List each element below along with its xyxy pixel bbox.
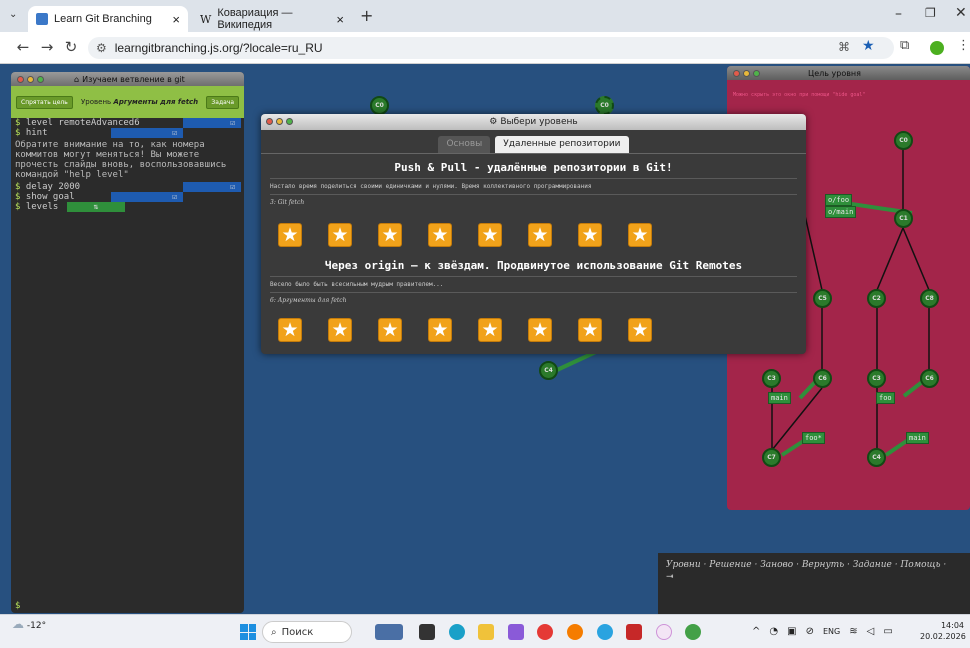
tab-remote[interactable]: Удаленные репозитории [495, 136, 629, 153]
level-star-button[interactable]: ★ [428, 223, 452, 247]
taskbar-search-input[interactable]: ⌕ Поиск [262, 621, 352, 643]
clock-date: 20.02.2026 [920, 632, 966, 641]
goal-commit-node: C6 [813, 369, 832, 388]
section-about: Весело было быть всесильным мудрым прави… [270, 281, 444, 288]
goal-commit-node: C5 [813, 289, 832, 308]
cloud-icon: ☁ [12, 617, 24, 631]
goal-commit-node: C1 [894, 209, 913, 228]
goal-commit-node: C2 [867, 289, 886, 308]
goal-branch-label: foo [876, 392, 895, 404]
cmd-help[interactable]: Помощь [900, 560, 940, 570]
level-star-button[interactable]: ★ [478, 223, 502, 247]
taskbar-explorer-icon[interactable] [478, 624, 494, 640]
tray-app-icon[interactable]: ◔ [769, 626, 778, 637]
clock[interactable]: 14:04 20.02.2026 [920, 620, 966, 642]
commands-panel: Уровни · Решение · Заново · Вернуть · За… [658, 553, 970, 614]
search-icon: ⌕ [271, 626, 277, 638]
level-star-button[interactable]: ★ [328, 318, 352, 342]
goal-branch-label: main [768, 392, 791, 404]
goal-commit-node: C3 [867, 369, 886, 388]
wifi-icon[interactable]: ≋ [849, 626, 857, 637]
cmd-undo[interactable]: Вернуть [802, 560, 844, 570]
taskbar-app-icon[interactable] [375, 624, 403, 640]
taskbar-edge-icon[interactable] [449, 624, 465, 640]
window-dots [266, 118, 293, 125]
clock-time: 14:04 [940, 621, 964, 630]
level-tabs: Основы Удаленные репозитории [261, 130, 806, 154]
language-indicator[interactable]: ENG [823, 627, 840, 636]
section-subtitle: 3: Git fetch [270, 199, 305, 206]
level-star-button[interactable]: ★ [478, 318, 502, 342]
taskbar-app-icon[interactable] [419, 624, 435, 640]
dialog-title: Выбери уровень [500, 117, 578, 127]
windows-start-icon[interactable] [240, 624, 256, 640]
level-star-button[interactable]: ★ [628, 223, 652, 247]
system-tray: ^ ◔ ▣ ⊘ ENG ≋ ◁ ▭ [752, 626, 893, 637]
cmd-levels[interactable]: Уровни [666, 560, 701, 570]
level-star-button[interactable]: ★ [378, 318, 402, 342]
taskbar-yandex-icon[interactable] [537, 624, 553, 640]
tray-app-icon[interactable]: ⊘ [806, 626, 814, 637]
level-star-button[interactable]: ★ [528, 223, 552, 247]
goal-branch-label: main [906, 432, 929, 444]
volume-icon[interactable]: ◁ [867, 626, 875, 637]
section-title: Push & Pull - удалённые репозитории в Gi… [394, 161, 673, 174]
level-star-button[interactable]: ★ [278, 318, 302, 342]
goal-branch-label: o/main [825, 206, 857, 218]
taskbar-telegram-icon[interactable] [597, 624, 613, 640]
goal-commit-node: C6 [920, 369, 939, 388]
goal-branch-label: o/foo [825, 194, 853, 206]
taskbar-app-icon[interactable] [626, 624, 642, 640]
level-stars-row: ★ ★ ★ ★ ★ ★ ★ ★ [278, 318, 652, 342]
tab-basics[interactable]: Основы [438, 136, 491, 153]
weather-widget[interactable]: ☁ -12° [12, 617, 46, 631]
section-subtitle: 6: Аргументы для fetch [270, 297, 347, 304]
cmd-objective[interactable]: Задание [853, 560, 892, 570]
section-about: Настало время поделиться своими единичка… [270, 183, 592, 190]
level-star-button[interactable]: ★ [628, 318, 652, 342]
enter-icon[interactable]: ⇥ [666, 571, 962, 583]
goal-commit-node: C8 [920, 289, 939, 308]
tray-chevron-icon[interactable]: ^ [752, 626, 760, 637]
taskbar-browser-icon[interactable] [567, 624, 583, 640]
divider [270, 276, 797, 277]
level-star-button[interactable]: ★ [378, 223, 402, 247]
goal-branch-label: foo* [802, 432, 825, 444]
gear-icon: ⚙ [489, 117, 498, 127]
level-star-button[interactable]: ★ [278, 223, 302, 247]
level-star-button[interactable]: ★ [578, 318, 602, 342]
level-stars-row: ★ ★ ★ ★ ★ ★ ★ ★ [278, 223, 652, 247]
cmd-reset[interactable]: Заново [760, 560, 793, 570]
level-star-button[interactable]: ★ [528, 318, 552, 342]
goal-commit-node: C7 [762, 448, 781, 467]
level-star-button[interactable]: ★ [578, 223, 602, 247]
goal-commit-node: C3 [762, 369, 781, 388]
taskbar-chrome-icon[interactable] [685, 624, 701, 640]
cmd-solution[interactable]: Решение [709, 560, 751, 570]
battery-icon[interactable]: ▭ [883, 626, 892, 637]
goal-commit-node: C4 [867, 448, 886, 467]
divider [270, 178, 797, 179]
divider [270, 194, 797, 195]
divider [270, 292, 797, 293]
taskbar-app-icon[interactable] [656, 624, 672, 640]
level-star-button[interactable]: ★ [428, 318, 452, 342]
tray-app-icon[interactable]: ▣ [787, 626, 796, 637]
level-star-button[interactable]: ★ [328, 223, 352, 247]
section-title: Через origin – к звёздам. Продвинутое ис… [324, 259, 743, 272]
taskbar-app-icon[interactable] [508, 624, 524, 640]
dialog-titlebar: ⚙ Выбери уровень [261, 114, 806, 130]
level-select-dialog: ⚙ Выбери уровень Основы Удаленные репози… [261, 114, 806, 354]
goal-commit-node: C0 [894, 131, 913, 150]
